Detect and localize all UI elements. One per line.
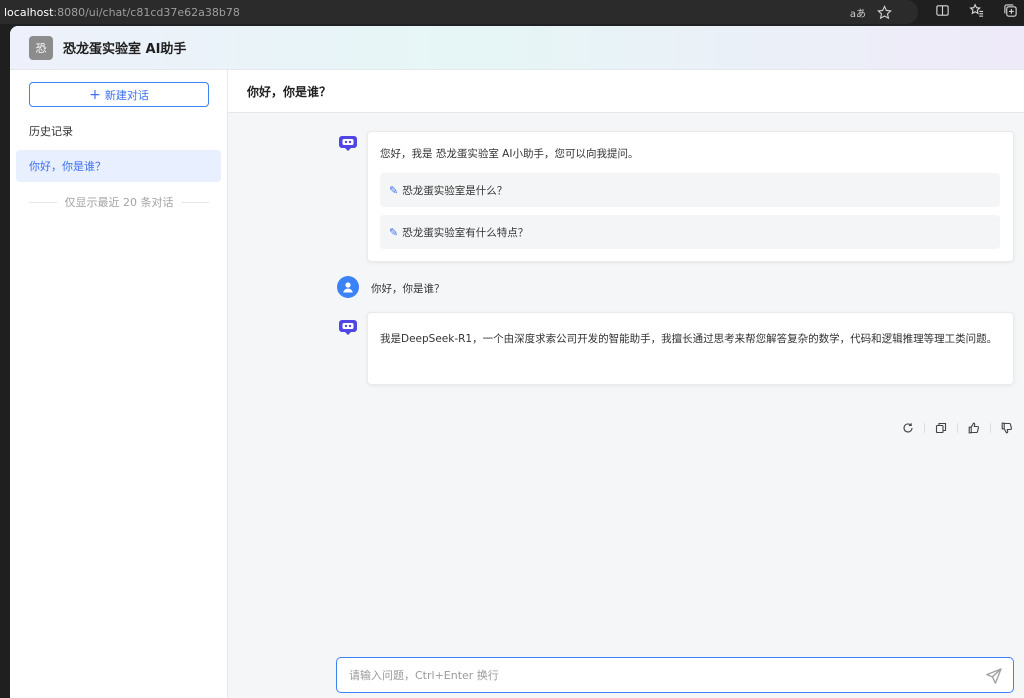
sidebar: + 新建对话 历史记录 你好，你是谁？ 仅显示最近 20 条对话 (10, 70, 228, 698)
thumbs-down-icon[interactable] (999, 420, 1015, 436)
history-item[interactable]: 你好，你是谁？ (16, 150, 221, 182)
split-screen-icon[interactable] (934, 2, 950, 18)
app-header: 恐 恐龙蛋实验室 AI助手 (10, 26, 1024, 70)
history-note-text: 仅显示最近 20 条对话 (64, 196, 174, 209)
new-chat-label: 新建对话 (104, 88, 149, 102)
app-window: 恐 恐龙蛋实验室 AI助手 + 新建对话 历史记录 你好，你是谁？ 仅显示最近 … (10, 26, 1024, 698)
new-chat-button[interactable]: + 新建对话 (29, 82, 209, 107)
welcome-text: 您好，我是 恐龙蛋实验室 AI小助手，您可以向我提问。 (380, 148, 639, 160)
collections-icon[interactable] (1002, 2, 1018, 18)
favorite-star-icon[interactable] (876, 4, 892, 20)
divider (181, 201, 209, 203)
chat-panel: 你好，你是谁？ 您好，我是 恐龙蛋实验室 AI小助手，您可以向我提问。 ✎ 恐龙… (228, 70, 1024, 698)
history-heading: 历史记录 (29, 125, 73, 138)
pen-icon: ✎ (389, 183, 399, 197)
user-message: 你好，你是谁？ (371, 283, 445, 295)
suggested-question-text: 恐龙蛋实验室有什么特点？ (402, 226, 529, 239)
copy-icon[interactable] (933, 420, 949, 436)
plus-icon: + (89, 86, 101, 103)
url-path: :8080/ui/chat/c81cd37e62a38b78 (53, 5, 240, 19)
browser-toolbar: localhost:8080/ui/chat/c81cd37e62a38b78 … (0, 0, 1024, 24)
app-title: 恐龙蛋实验室 AI助手 (63, 42, 187, 57)
divider (924, 423, 925, 433)
chat-title: 你好，你是谁？ (228, 70, 1024, 113)
suggested-question[interactable]: ✎ 恐龙蛋实验室是什么？ (380, 173, 1000, 207)
divider (957, 423, 958, 433)
suggested-question-text: 恐龙蛋实验室是什么？ (402, 184, 508, 197)
bot-avatar-icon (337, 317, 359, 339)
question-input-box[interactable] (336, 657, 1014, 693)
send-icon[interactable] (985, 667, 1003, 685)
refresh-icon[interactable] (900, 420, 916, 436)
suggested-question[interactable]: ✎ 恐龙蛋实验室有什么特点？ (380, 215, 1000, 249)
favorites-icon[interactable] (968, 2, 984, 18)
welcome-message: 您好，我是 恐龙蛋实验室 AI小助手，您可以向我提问。 ✎ 恐龙蛋实验室是什么？… (367, 131, 1014, 262)
history-item-label: 你好，你是谁？ (29, 160, 106, 173)
divider (29, 201, 57, 203)
history-limit-note: 仅显示最近 20 条对话 (29, 194, 209, 210)
bot-reply-message: 我是DeepSeek-R1，一个由深度求索公司开发的智能助手，我擅长通过思考来帮… (367, 312, 1014, 385)
address-bar[interactable]: localhost:8080/ui/chat/c81cd37e62a38b78 … (0, 0, 918, 24)
bot-avatar-icon (337, 133, 359, 155)
app-logo: 恐 (29, 35, 53, 60)
url-host: localhost (4, 5, 54, 19)
user-avatar-icon (337, 276, 359, 298)
question-input[interactable] (349, 668, 969, 682)
bot-reply-text: 我是DeepSeek-R1，一个由深度求索公司开发的智能助手，我擅长通过思考来帮… (380, 333, 998, 345)
read-aloud-icon[interactable]: aあ (850, 5, 866, 20)
divider (990, 423, 991, 433)
browser-side-strip (0, 24, 10, 698)
thumbs-up-icon[interactable] (966, 420, 982, 436)
pen-icon: ✎ (389, 225, 399, 239)
message-actions (900, 420, 1015, 436)
